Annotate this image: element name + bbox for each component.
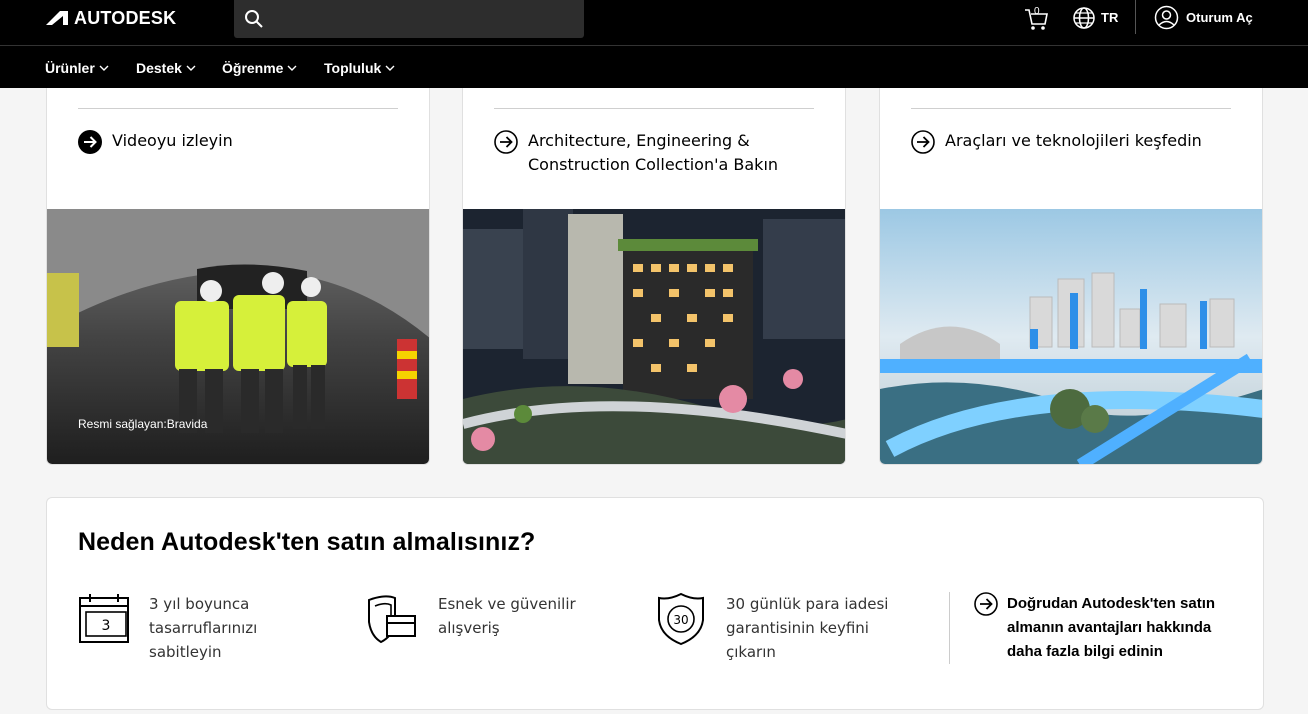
top-bar: AUTODESK 0 TR Oturum Aç [0, 0, 1308, 45]
autodesk-logo-icon [46, 11, 68, 25]
money-back-shield-icon: 30 [658, 592, 704, 646]
arrow-right-circle-icon [78, 130, 102, 154]
calendar-number: 3 [102, 618, 111, 634]
arrow-right-circle-icon [974, 592, 998, 616]
digital-city-image[interactable] [880, 209, 1263, 465]
chevron-down-icon [385, 65, 395, 71]
card-link-label: Araçları ve teknolojileri keşfedin [945, 131, 1202, 150]
watch-video-link[interactable]: Videoyu izleyin [78, 129, 398, 154]
nav-item-learning[interactable]: Öğrenme [222, 60, 297, 76]
signin-link[interactable]: Oturum Aç [1186, 10, 1253, 25]
main-nav: Ürünler Destek Öğrenme Topluluk [0, 45, 1308, 88]
card-divider [911, 108, 1231, 109]
arrow-right-circle-icon [494, 130, 518, 154]
card-link-label: Architecture, Engineering & Construction… [528, 131, 779, 174]
nav-item-label: Topluluk [324, 60, 382, 76]
card-divider [78, 108, 398, 109]
nav-item-products[interactable]: Ürünler [45, 60, 109, 76]
nav-item-label: Öğrenme [222, 60, 284, 76]
photo-credit: Resmi sağlayan:Bravida [78, 417, 208, 431]
tools-link[interactable]: Araçları ve teknolojileri keşfedin [911, 129, 1231, 154]
chevron-down-icon [186, 65, 196, 71]
feature-price-lock: 3 yıl boyunca tasarruflarınızı sabitleyi… [149, 595, 258, 661]
learn-more-label: Doğrudan Autodesk'ten satın almanın avan… [1007, 595, 1216, 660]
feature-secure-shopping: Esnek ve güvenilir alışveriş [438, 595, 576, 637]
autodesk-logo[interactable]: AUTODESK [46, 7, 177, 28]
chevron-down-icon [99, 65, 109, 71]
cart-count: 0 [1034, 6, 1040, 17]
learn-more-link[interactable]: Doğrudan Autodesk'ten satın almanın avan… [974, 592, 1244, 664]
city-building-image[interactable] [463, 209, 846, 465]
nav-item-label: Destek [136, 60, 182, 76]
nav-item-community[interactable]: Topluluk [324, 60, 395, 76]
search-input[interactable] [234, 0, 584, 38]
card-link-label: Videoyu izleyin [112, 131, 233, 150]
user-icon[interactable] [1154, 5, 1179, 30]
calendar-icon: 3 [79, 594, 129, 643]
aec-collection-link[interactable]: Architecture, Engineering & Construction… [494, 129, 814, 177]
card-divider [494, 108, 814, 109]
why-buy-section: Neden Autodesk'ten satın almalısınız? 3 … [46, 497, 1264, 710]
card-tools: Araçları ve teknolojileri keşfedin [879, 88, 1263, 465]
card-aec-collection: Architecture, Engineering & Construction… [462, 88, 846, 465]
search-icon [245, 10, 263, 28]
nav-item-support[interactable]: Destek [136, 60, 196, 76]
shield-number: 30 [673, 613, 688, 627]
shield-card-icon [368, 595, 416, 644]
why-divider [949, 592, 950, 664]
chevron-down-icon [287, 65, 297, 71]
nav-item-label: Ürünler [45, 60, 95, 76]
arrow-right-circle-icon [911, 130, 935, 154]
feature-money-back: 30 günlük para iadesi garantisinin keyfi… [726, 595, 889, 661]
header-divider [1135, 0, 1136, 34]
why-buy-title: Neden Autodesk'ten satın almalısınız? [78, 528, 536, 556]
language-selector[interactable]: TR [1101, 10, 1118, 25]
logo-text: AUTODESK [74, 7, 177, 28]
card-video: Videoyu izleyin Resmi sağlayan:Bravida [46, 88, 430, 465]
globe-icon[interactable] [1072, 6, 1096, 30]
